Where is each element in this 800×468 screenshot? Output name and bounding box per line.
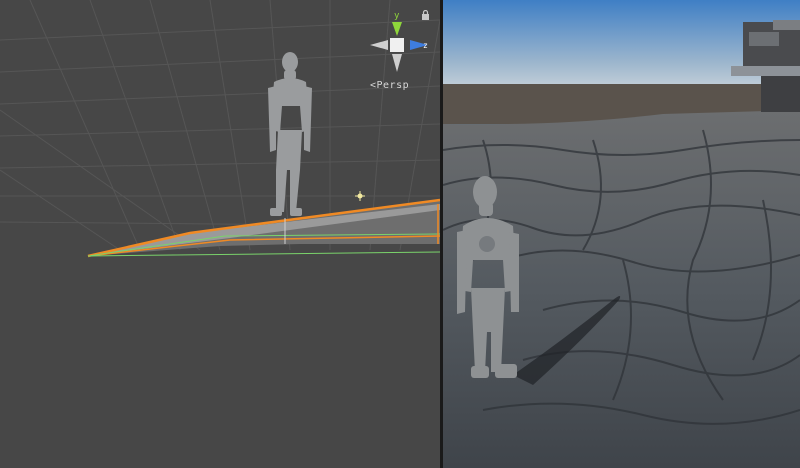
- editor-split-view: y z <Persp: [0, 0, 800, 468]
- scene-view[interactable]: y z <Persp: [0, 0, 440, 468]
- lock-icon[interactable]: [421, 10, 430, 20]
- gizmo-y-label: y: [394, 11, 400, 21]
- orientation-gizmo[interactable]: y z: [370, 11, 428, 72]
- game-view: [443, 0, 800, 468]
- gizmo-neg-x-axis-icon: [370, 40, 388, 50]
- gizmo-center-cube: [390, 38, 404, 52]
- gizmo-neg-y-axis-icon: [392, 54, 402, 72]
- scene-viewport[interactable]: y z: [0, 0, 440, 468]
- projection-toggle[interactable]: <Persp: [370, 80, 409, 91]
- light-gizmo-icon[interactable]: [355, 191, 365, 201]
- game-viewport: [443, 0, 800, 468]
- character-model[interactable]: [268, 52, 312, 216]
- gizmo-z-label: z: [423, 41, 428, 50]
- gizmo-y-axis-icon: [392, 22, 402, 36]
